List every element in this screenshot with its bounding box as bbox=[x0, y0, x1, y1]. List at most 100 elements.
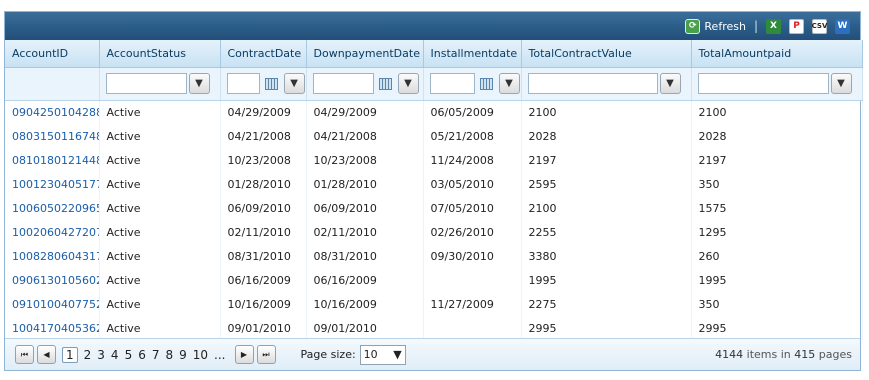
filter-icon[interactable]: ▼ bbox=[498, 73, 520, 94]
first-page-button[interactable]: ⏮ bbox=[15, 345, 34, 364]
page-ellipsis[interactable]: ... bbox=[214, 348, 225, 362]
account-id-link[interactable]: 1006050220965 bbox=[5, 196, 100, 220]
account-id-link[interactable]: 1001230405177 bbox=[5, 172, 100, 196]
page-size-select[interactable]: 10 ▼ bbox=[359, 344, 406, 365]
calendar-icon[interactable] bbox=[376, 74, 396, 94]
page-link[interactable]: 5 bbox=[125, 348, 133, 362]
total-contract-value-cell: 2255 bbox=[521, 220, 692, 244]
items-text: items in bbox=[746, 348, 791, 361]
refresh-icon: ⟳ bbox=[685, 18, 701, 34]
filter-icon[interactable]: ▼ bbox=[830, 73, 852, 94]
filter-icon[interactable]: ▼ bbox=[188, 73, 210, 94]
page-link[interactable]: 6 bbox=[138, 348, 146, 362]
next-page-button[interactable]: ▶ bbox=[234, 345, 254, 364]
last-page-button[interactable]: ⏭ bbox=[256, 345, 276, 364]
page-link[interactable]: 7 bbox=[152, 348, 160, 362]
filter-icon[interactable]: ▼ bbox=[397, 73, 419, 94]
header-accountstatus[interactable]: AccountStatus bbox=[99, 40, 221, 68]
total-contract-value-cell: 2595 bbox=[521, 172, 692, 196]
total-contract-value-cell: 1995 bbox=[521, 268, 692, 292]
filter-input-contractdate[interactable] bbox=[226, 73, 261, 94]
installment-date-cell: 11/27/2009 bbox=[423, 292, 522, 316]
downpayment-date-cell: 09/01/2010 bbox=[306, 316, 424, 340]
table-row[interactable]: 0810180121448 Active 10/23/2008 10/23/20… bbox=[5, 148, 863, 172]
account-id-link[interactable]: 0810180121448 bbox=[5, 148, 100, 172]
contract-date-cell: 08/31/2010 bbox=[220, 244, 307, 268]
pdf-icon[interactable]: P bbox=[789, 18, 804, 34]
pages-count: 415 bbox=[794, 348, 816, 361]
table-row[interactable]: 0910100407752 Active 10/16/2009 10/16/20… bbox=[5, 292, 863, 316]
downpayment-date-cell: 04/29/2009 bbox=[306, 100, 424, 124]
contract-date-cell: 02/11/2010 bbox=[220, 220, 307, 244]
table-row[interactable]: 0906130105602 Active 06/16/2009 06/16/20… bbox=[5, 268, 863, 292]
filter-cell-accountstatus: ▼ bbox=[99, 67, 221, 101]
page-link-current[interactable]: 1 bbox=[62, 346, 78, 363]
page-link[interactable]: 2 bbox=[84, 348, 92, 362]
total-contract-value-cell: 2100 bbox=[521, 196, 692, 220]
filter-input-downpaymentdate[interactable] bbox=[312, 73, 374, 94]
installment-date-cell bbox=[423, 268, 522, 292]
chevron-down-icon: ▼ bbox=[393, 348, 402, 361]
page-link[interactable]: 9 bbox=[179, 348, 187, 362]
filter-input-totalcontractvalue[interactable] bbox=[527, 73, 658, 94]
table-row[interactable]: 0803150116748 Active 04/21/2008 04/21/20… bbox=[5, 124, 863, 148]
pager: ⏮ ◀ 1 2 3 4 5 6 7 8 9 10 ... ▶ ⏭ Page si… bbox=[5, 338, 860, 370]
filter-icon[interactable]: ▼ bbox=[283, 73, 305, 94]
refresh-button[interactable]: ⟳ Refresh bbox=[685, 18, 746, 34]
calendar-icon[interactable] bbox=[262, 74, 282, 94]
table-row[interactable]: 1006050220965 Active 06/09/2010 06/09/20… bbox=[5, 196, 863, 220]
page-link[interactable]: 8 bbox=[165, 348, 173, 362]
word-icon[interactable]: W bbox=[835, 18, 850, 34]
header-downpaymentdate[interactable]: DownpaymentDate bbox=[306, 40, 424, 68]
header-totalamountpaid[interactable]: TotalAmountpaid bbox=[691, 40, 863, 68]
total-contract-value-cell: 2100 bbox=[521, 100, 692, 124]
table-row[interactable]: 1008280604317 Active 08/31/2010 08/31/20… bbox=[5, 244, 863, 268]
filter-input-accountstatus[interactable] bbox=[105, 73, 187, 94]
account-id-link[interactable]: 1008280604317 bbox=[5, 244, 100, 268]
header-accountid[interactable]: AccountID bbox=[5, 40, 100, 68]
account-id-link[interactable]: 0906130105602 bbox=[5, 268, 100, 292]
account-id-link[interactable]: 0910100407752 bbox=[5, 292, 100, 316]
filter-cell-downpaymentdate: ▼ bbox=[306, 67, 424, 101]
page-link[interactable]: 4 bbox=[111, 348, 119, 362]
total-amount-paid-cell: 350 bbox=[691, 292, 863, 316]
header-contractdate[interactable]: ContractDate bbox=[220, 40, 307, 68]
total-amount-paid-cell: 1995 bbox=[691, 268, 863, 292]
excel-icon[interactable]: X bbox=[766, 18, 781, 34]
total-amount-paid-cell: 1295 bbox=[691, 220, 863, 244]
calendar-icon[interactable] bbox=[477, 74, 497, 94]
installment-date-cell: 06/05/2009 bbox=[423, 100, 522, 124]
filter-icon[interactable]: ▼ bbox=[659, 73, 681, 94]
page-link[interactable]: 3 bbox=[97, 348, 105, 362]
table-row[interactable]: 0904250104288 Active 04/29/2009 04/29/20… bbox=[5, 100, 863, 124]
total-amount-paid-cell: 2197 bbox=[691, 148, 863, 172]
page-size-label: Page size: bbox=[300, 348, 356, 361]
account-status-cell: Active bbox=[99, 244, 221, 268]
total-contract-value-cell: 2028 bbox=[521, 124, 692, 148]
page-link[interactable]: 10 bbox=[193, 348, 208, 362]
account-status-cell: Active bbox=[99, 220, 221, 244]
downpayment-date-cell: 01/28/2010 bbox=[306, 172, 424, 196]
account-status-cell: Active bbox=[99, 268, 221, 292]
header-installmentdate[interactable]: Installmentdate bbox=[423, 40, 522, 68]
refresh-label: Refresh bbox=[704, 19, 746, 33]
account-id-link[interactable]: 1002060427207 bbox=[5, 220, 100, 244]
account-id-link[interactable]: 1004170405362 bbox=[5, 316, 100, 340]
table-row[interactable]: 1001230405177 Active 01/28/2010 01/28/20… bbox=[5, 172, 863, 196]
contract-date-cell: 09/01/2010 bbox=[220, 316, 307, 340]
header-totalcontractvalue[interactable]: TotalContractValue bbox=[521, 40, 692, 68]
table-row[interactable]: 1004170405362 Active 09/01/2010 09/01/20… bbox=[5, 316, 863, 340]
account-id-link[interactable]: 0803150116748 bbox=[5, 124, 100, 148]
prev-page-button[interactable]: ◀ bbox=[37, 345, 56, 364]
filter-input-totalamountpaid[interactable] bbox=[697, 73, 829, 94]
table-row[interactable]: 1002060427207 Active 02/11/2010 02/11/20… bbox=[5, 220, 863, 244]
downpayment-date-cell: 04/21/2008 bbox=[306, 124, 424, 148]
total-amount-paid-cell: 2995 bbox=[691, 316, 863, 340]
total-contract-value-cell: 2995 bbox=[521, 316, 692, 340]
grid-toolbar: ⟳ Refresh | X P CSV W bbox=[5, 12, 860, 40]
account-id-link[interactable]: 0904250104288 bbox=[5, 100, 100, 124]
downpayment-date-cell: 10/23/2008 bbox=[306, 148, 424, 172]
downpayment-date-cell: 08/31/2010 bbox=[306, 244, 424, 268]
csv-icon[interactable]: CSV bbox=[812, 18, 827, 34]
filter-input-installmentdate[interactable] bbox=[429, 73, 475, 94]
